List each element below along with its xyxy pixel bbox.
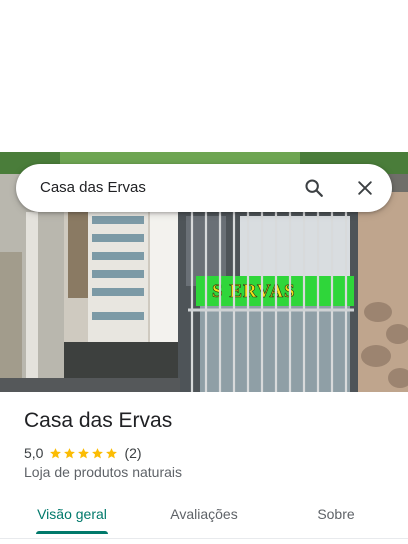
rating-row[interactable]: 5,0 (2) (24, 444, 142, 462)
star-icon (64, 447, 76, 458)
close-icon (358, 181, 372, 195)
search-button[interactable] (298, 172, 330, 204)
star-icon (92, 447, 104, 458)
active-tab-indicator (36, 531, 108, 534)
star-icon (50, 447, 62, 458)
place-tabs: Visão geral Avaliações Sobre (0, 496, 408, 538)
star-icon (78, 447, 90, 458)
review-count[interactable]: (2) (124, 445, 141, 461)
star-rating (49, 447, 119, 460)
star-icon (106, 447, 118, 458)
search-bar[interactable]: Casa das Ervas (16, 164, 392, 212)
svg-text:S ERVAS: S ERVAS (212, 281, 296, 302)
tab-overview[interactable]: Visão geral (24, 496, 120, 534)
search-icon (305, 179, 323, 197)
place-title: Casa das Ervas (24, 409, 173, 432)
rating-value: 5,0 (24, 445, 44, 461)
tabs-divider (0, 538, 408, 539)
tab-reviews[interactable]: Avaliações (156, 496, 252, 534)
tab-about[interactable]: Sobre (298, 496, 374, 534)
search-input[interactable]: Casa das Ervas (40, 164, 146, 212)
place-category: Loja de produtos naturais (24, 464, 182, 480)
close-button[interactable] (349, 172, 381, 204)
